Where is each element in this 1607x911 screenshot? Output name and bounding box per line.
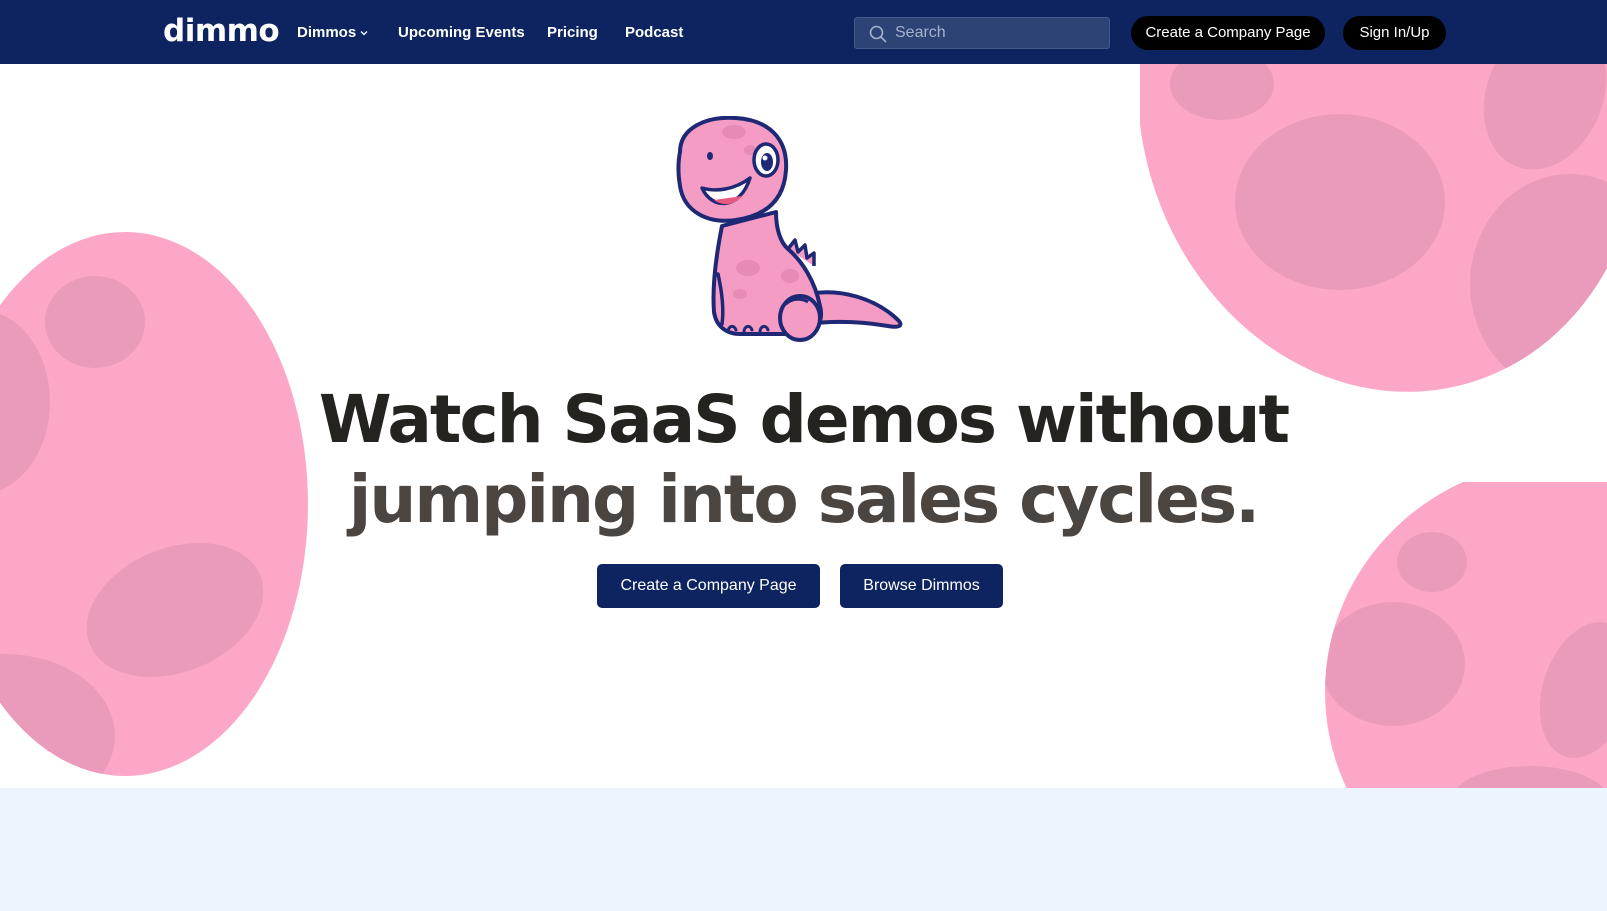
hero-section: Watch SaaS demos without jumping into sa… (0, 64, 1607, 788)
hero-create-company-page-button[interactable]: Create a Company Page (597, 564, 820, 608)
nav-dimmos-dropdown[interactable]: Dimmos (297, 22, 369, 44)
nav-dimmos-label: Dimmos (297, 24, 357, 41)
chevron-down-icon (360, 31, 368, 36)
search-icon (869, 25, 887, 43)
lower-content-band (0, 788, 1607, 911)
hero-headline-line-1: Watch SaaS demos without (318, 381, 1290, 458)
search-box (854, 17, 1110, 49)
sign-in-up-button[interactable]: Sign In/Up (1343, 16, 1446, 50)
nav-podcast[interactable]: Podcast (625, 22, 683, 44)
dimmo-logo[interactable]: dimmo (163, 14, 280, 48)
nav-pricing[interactable]: Pricing (547, 22, 598, 44)
nav-upcoming-events[interactable]: Upcoming Events (398, 22, 525, 44)
dinosaur-mascot-illustration (676, 116, 903, 342)
hero-headline: Watch SaaS demos without jumping into sa… (0, 380, 1607, 540)
hero-browse-dimmos-button[interactable]: Browse Dimmos (840, 564, 1003, 608)
search-input[interactable] (895, 18, 1103, 48)
create-company-page-button[interactable]: Create a Company Page (1131, 16, 1325, 50)
hero-headline-line-2: jumping into sales cycles. (348, 461, 1260, 538)
top-navbar: dimmo Dimmos Upcoming Events Pricing Pod… (0, 0, 1607, 64)
pink-egg-top-right-decoration (1140, 64, 1607, 394)
